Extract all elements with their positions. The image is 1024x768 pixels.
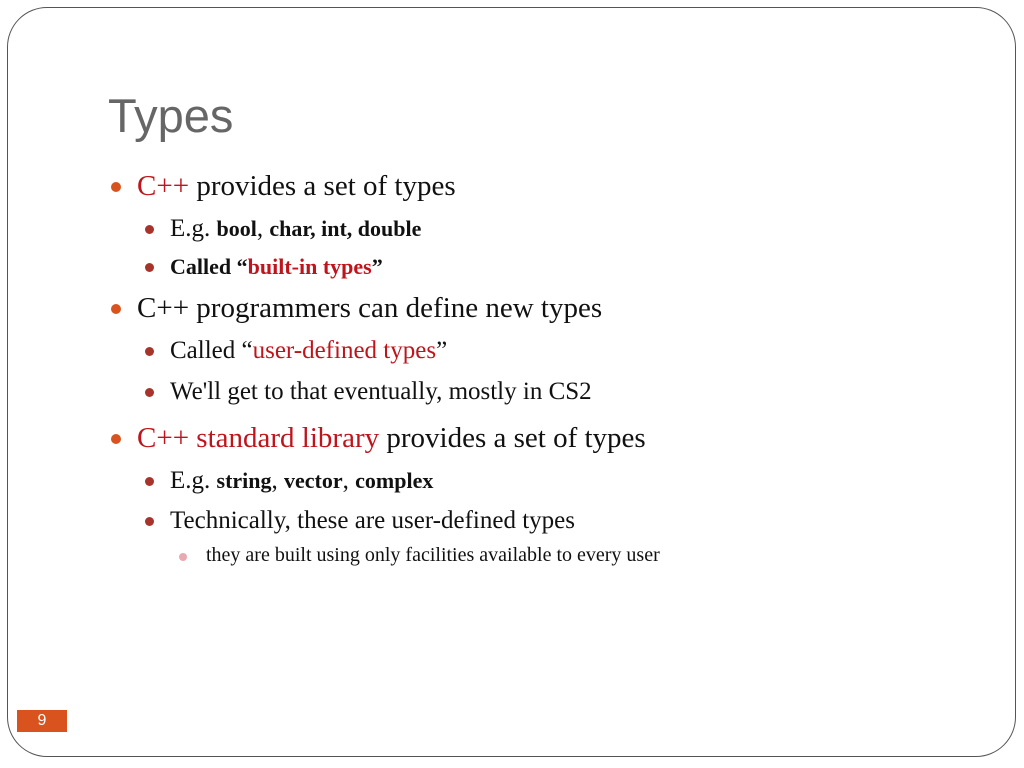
bullet-level-2-icon [145,347,154,356]
text-run: vector [284,468,343,493]
bullet-item-level-1: C++ provides a set of types [137,172,456,201]
bullet-item-level-2: E.g. bool, char, int, double [170,216,421,241]
bullet-level-2-icon [145,477,154,486]
text-run: C++ standard library [137,422,380,454]
bullet-item-level-2: Technically, these are user-defined type… [170,508,575,533]
bullet-item-level-3: they are built using only facilities ava… [206,545,660,565]
text-run: Technically, these are user-defined type… [170,507,575,534]
bullet-level-2-icon [145,517,154,526]
bullet-item-level-1: C++ programmers can define new types [137,294,602,323]
text-run: C++ programmers can define new types [137,292,603,324]
text-run: complex [355,468,434,493]
text-run: , [342,467,356,494]
bullet-item-level-2: Called “user-defined types” [170,338,447,363]
text-run: char, int, double [269,216,422,241]
slide-title: Types [108,89,234,142]
bullet-level-2-icon [145,388,154,397]
bullet-item-level-2: E.g. string, vector, complex [170,468,433,493]
text-run: they are built using only facilities ava… [206,544,660,566]
text-run: provides a set of types [379,422,646,454]
text-run: E.g. [170,467,217,494]
text-run: E.g. [170,215,217,242]
text-run: Called “ [170,254,248,279]
text-run: user-defined types [252,337,437,364]
text-run: , [271,467,285,494]
bullet-level-1-icon [111,434,121,444]
bullet-level-3-icon [179,553,187,561]
text-run: provides a set of types [189,170,456,202]
text-run: ” [371,254,383,279]
text-run: string [216,468,272,493]
bullet-level-2-icon [145,225,154,234]
bullet-level-2-icon [145,263,154,272]
text-run: Called “ [170,337,253,364]
bullet-level-1-icon [111,182,121,192]
text-run: , [256,215,270,242]
bullet-item-level-2: We'll get to that eventually, mostly in … [170,379,592,404]
text-run: built-in types [247,254,372,279]
text-run: C++ [137,170,190,202]
bullet-item-level-1: C++ standard library provides a set of t… [137,424,646,453]
text-run: bool [216,216,257,241]
bullet-item-level-2: Called “built-in types” [170,254,383,279]
text-run: We'll get to that eventually, mostly in … [170,378,592,405]
page-number-badge: 9 [17,710,67,732]
text-run: ” [436,337,448,364]
bullet-level-1-icon [111,304,121,314]
